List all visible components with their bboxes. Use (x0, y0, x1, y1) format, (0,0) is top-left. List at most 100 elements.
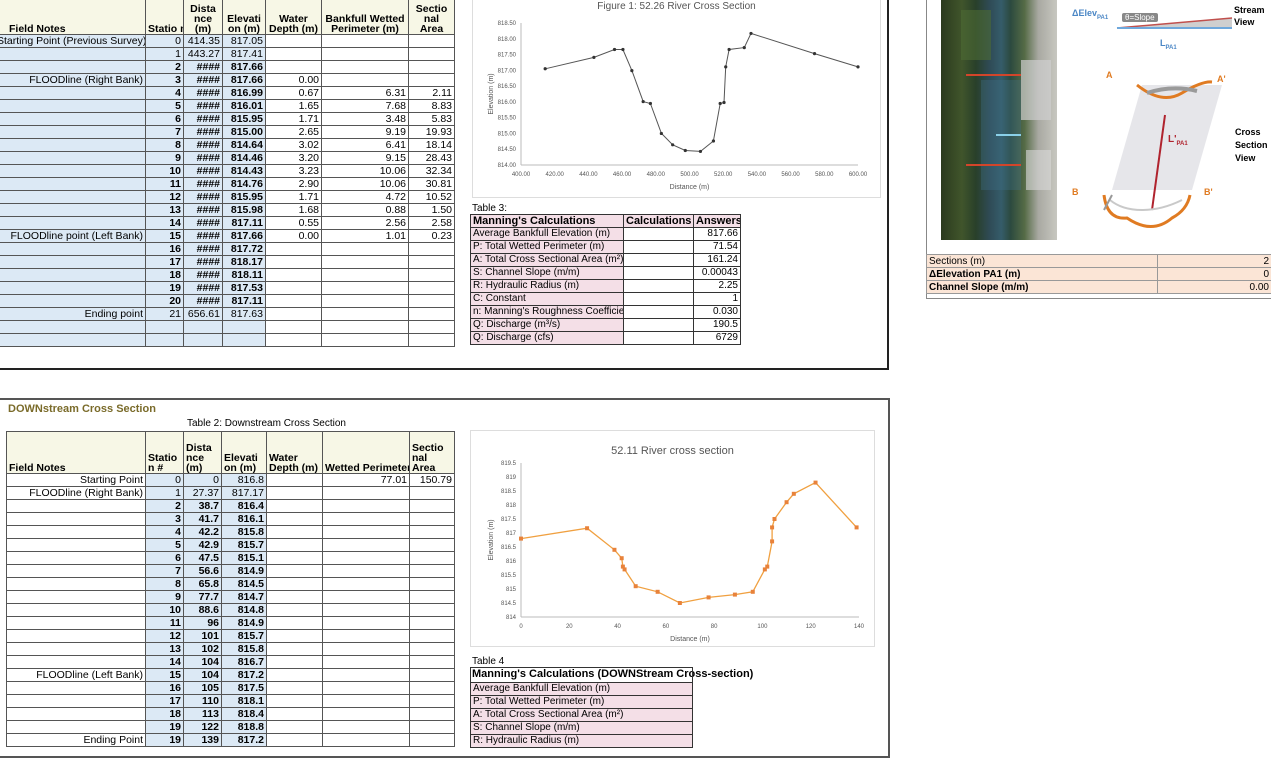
cell (409, 256, 455, 269)
table-row: 8####814.643.026.4118.14 (0, 139, 455, 152)
cell: #### (184, 230, 223, 243)
cell (409, 282, 455, 295)
dn-header-sectional-area: Sectio nal Area (410, 432, 455, 474)
cell (410, 487, 455, 500)
manning-table-downstream: Average Bankfull Elevation (m)P: Total W… (470, 667, 693, 748)
cell: 3.48 (322, 113, 409, 126)
cell (323, 539, 410, 552)
cell: 414.35 (184, 35, 223, 48)
cell (322, 282, 409, 295)
header-field-notes: Field Notes (0, 0, 146, 35)
data-point (649, 102, 652, 105)
cell: 18 (146, 269, 184, 282)
header-station: Statio n # (146, 0, 184, 35)
dn-header-station: Statio n # (146, 432, 184, 474)
cell (322, 308, 409, 321)
cell: 1.65 (266, 100, 322, 113)
x-tick-label: 440.00 (579, 172, 598, 178)
manning-row: C: Constant1 (471, 293, 741, 306)
cell: FLOODline (Right Bank) (7, 487, 146, 500)
cell (0, 321, 146, 334)
dn-header-water-depth: Water Depth (m) (267, 432, 323, 474)
cell (266, 243, 322, 256)
manning-row: R: Hydraulic Radius (m) (471, 735, 693, 748)
data-point (642, 100, 645, 103)
cell: 2 (146, 500, 184, 513)
cell: 815.95 (223, 191, 266, 204)
manning-value: 190.5 (694, 319, 741, 332)
table-row: 16####817.72 (0, 243, 455, 256)
cell (184, 321, 223, 334)
manning-value (624, 228, 694, 241)
cell (323, 734, 410, 747)
cell (0, 48, 146, 61)
manning-value (624, 293, 694, 306)
cell (409, 61, 455, 74)
cell: #### (184, 191, 223, 204)
x-tick-label: 540.00 (748, 172, 767, 178)
table-row: 16105817.5 (7, 682, 455, 695)
cell (0, 243, 146, 256)
cell (7, 500, 146, 513)
cell: 150.79 (410, 474, 455, 487)
table-row: 14####817.110.552.562.58 (0, 217, 455, 230)
x-tick-label: 560.00 (781, 172, 800, 178)
x-tick-label: 0 (519, 624, 523, 630)
x-tick-label: 60 (663, 624, 670, 630)
table-row: 19####817.53 (0, 282, 455, 295)
cell: 816.1 (222, 513, 267, 526)
cell: 817.72 (223, 243, 266, 256)
cell: 818.4 (222, 708, 267, 721)
channel-slope-value: 0.00 (1158, 281, 1271, 294)
cell (266, 35, 322, 48)
y-tick-label: 818.5 (501, 489, 517, 495)
cell (223, 334, 266, 347)
table-row: Ending Point19139817.2 (7, 734, 455, 747)
cell: 7 (146, 126, 184, 139)
cell: 814.46 (223, 152, 266, 165)
manning-label: S: Channel Slope (m/m) (471, 722, 693, 735)
manning-row: Q: Discharge (m³/s)190.5 (471, 319, 741, 332)
cell (267, 500, 323, 513)
manning-label: C: Constant (471, 293, 624, 306)
cell (0, 217, 146, 230)
cell: 65.8 (184, 578, 222, 591)
sections-value: 2 (1158, 255, 1271, 268)
y-tick-label: 819 (506, 475, 517, 481)
table-row: Starting Point00816.877.01150.79 (7, 474, 455, 487)
cell: 816.99 (223, 87, 266, 100)
cell (0, 87, 146, 100)
cell: #### (184, 152, 223, 165)
t4-header-cell (471, 668, 693, 683)
cell (322, 61, 409, 74)
cell: 14 (146, 217, 184, 230)
data-point (855, 525, 859, 529)
cell: 0 (146, 35, 184, 48)
cell (223, 321, 266, 334)
cell (410, 617, 455, 630)
cell: 0.00 (266, 230, 322, 243)
cell: 817.41 (223, 48, 266, 61)
x-tick-label: 20 (566, 624, 573, 630)
cell (267, 617, 323, 630)
header-water-depth: Water Depth (m) (266, 0, 322, 35)
cell (323, 565, 410, 578)
cell (7, 708, 146, 721)
cell (322, 48, 409, 61)
y-tick-label: 817.50 (498, 53, 517, 59)
x-tick-label: 500.00 (680, 172, 699, 178)
data-point (656, 590, 660, 594)
downstream-table: Field Notes Statio n # Dista nce (m) Ele… (6, 431, 455, 747)
y-tick-label: 819.5 (501, 461, 517, 467)
cell (7, 565, 146, 578)
data-point (671, 143, 674, 146)
cell (323, 604, 410, 617)
table-row: 7####815.002.659.1919.93 (0, 126, 455, 139)
table-row: 11####814.762.9010.0630.81 (0, 178, 455, 191)
table-row: 542.9815.7 (7, 539, 455, 552)
cell: 3 (146, 74, 184, 87)
cell: 16 (146, 682, 184, 695)
manning-row: Average Bankfull Elevation (m) (471, 683, 693, 696)
cell (410, 526, 455, 539)
dn-header-distance: Dista nce (m) (184, 432, 222, 474)
